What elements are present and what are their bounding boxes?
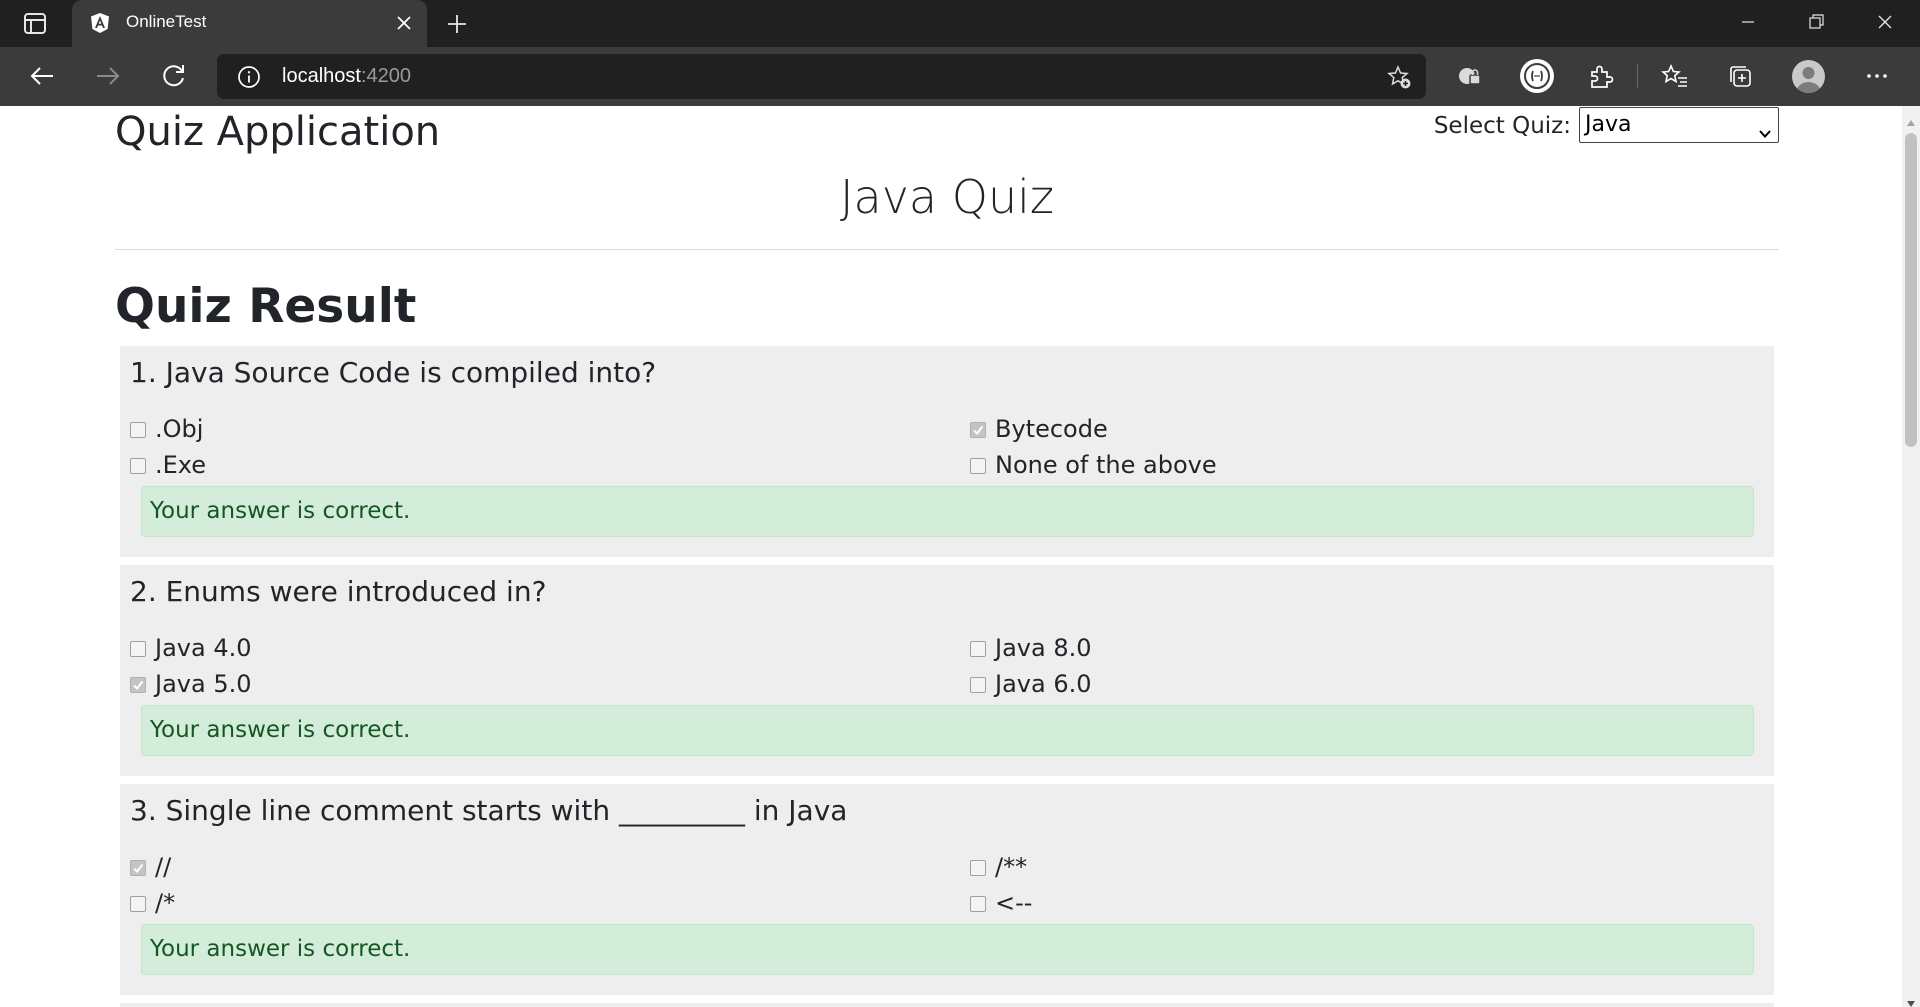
restore-icon[interactable] [1793,8,1839,38]
answer-feedback-alert: Your answer is correct. [141,705,1754,756]
answer-label: None of the above [995,451,1217,479]
browser-tab-bar: OnlineTest [0,0,1920,47]
new-tab-icon[interactable] [445,12,469,36]
forward-arrow-icon[interactable] [93,61,123,91]
reload-icon[interactable] [159,61,189,91]
browser-toolbar: localhost:4200 [0,47,1920,106]
favorites-icon[interactable] [1660,61,1690,91]
divider [115,249,1779,250]
answer-checkbox[interactable] [970,860,986,876]
scroll-down-icon[interactable] [1906,993,1916,1007]
answer-label: Bytecode [995,415,1108,443]
collections-icon[interactable] [1725,61,1755,91]
result-heading: Quiz Result [115,279,417,334]
quiz-select[interactable]: Java [1579,107,1779,143]
question-text: 1. Java Source Code is compiled into? [130,356,657,389]
answer-checkbox[interactable] [970,677,986,693]
question-card: 3. Single line comment starts with _____… [120,784,1774,995]
question-text: 2. Enums were introduced in? [130,575,547,608]
chevron-down-icon [1758,118,1772,138]
url-host: localhost [282,65,361,87]
feedback-text: Your answer is correct. [150,936,411,962]
answer-checkbox[interactable] [130,677,146,693]
scrollbar-thumb[interactable] [1905,133,1917,447]
url-port: :4200 [360,65,411,87]
checkmark-icon [133,863,144,874]
question-card [120,1003,1774,1007]
answer-label: .Exe [155,451,207,479]
question-text: 3. Single line comment starts with _____… [130,794,848,827]
answer-checkbox[interactable] [130,641,146,657]
answer-label: /** [995,853,1028,881]
quiz-title: Java Quiz [839,170,1055,224]
scroll-up-icon[interactable] [1906,112,1916,126]
devtools-extension-icon[interactable] [1519,58,1555,94]
question-card: 1. Java Source Code is compiled into? .O… [120,346,1774,557]
back-arrow-icon[interactable] [27,61,57,91]
answer-feedback-alert: Your answer is correct. [141,486,1754,537]
checkmark-icon [973,425,984,436]
answer-label: Java 4.0 [155,634,252,662]
answer-checkbox[interactable] [130,422,146,438]
answer-label: .Obj [155,415,204,443]
minimize-icon[interactable] [1725,8,1771,38]
answer-feedback-alert: Your answer is correct. [141,924,1754,975]
answer-label: /* [155,889,176,917]
answer-label: Java 8.0 [995,634,1092,662]
answer-checkbox[interactable] [970,458,986,474]
answer-checkbox[interactable] [970,422,986,438]
tracking-prevention-icon[interactable] [1455,61,1485,91]
answer-label: // [155,853,172,881]
extensions-puzzle-icon[interactable] [1586,61,1616,91]
checkmark-icon [133,680,144,691]
answer-checkbox[interactable] [130,458,146,474]
site-info-icon[interactable] [237,65,261,89]
more-options-icon[interactable] [1862,61,1892,91]
close-tab-icon[interactable] [395,14,413,32]
page-viewport: Quiz Application Select Quiz: Java Java … [0,106,1920,1007]
question-card: 2. Enums were introduced in? Java 4.0 Ja… [120,565,1774,776]
browser-tab[interactable]: OnlineTest [72,0,427,47]
address-bar[interactable]: localhost:4200 [217,54,1426,99]
tab-actions-icon[interactable] [14,11,56,37]
profile-avatar[interactable] [1792,60,1825,93]
answer-checkbox[interactable] [970,641,986,657]
app-title: Quiz Application [115,109,441,155]
vertical-scrollbar[interactable] [1902,106,1920,1007]
feedback-text: Your answer is correct. [150,498,411,524]
toolbar-separator [1637,64,1638,88]
feedback-text: Your answer is correct. [150,717,411,743]
answer-checkbox[interactable] [970,896,986,912]
answer-label: Java 5.0 [155,670,252,698]
answer-checkbox[interactable] [130,860,146,876]
tab-title: OnlineTest [126,12,207,31]
answer-checkbox[interactable] [130,896,146,912]
url-text: localhost:4200 [282,65,411,88]
angular-logo-icon [89,12,111,34]
quiz-select-value: Java [1585,112,1632,137]
answer-label: <-- [995,889,1033,917]
close-window-icon[interactable] [1862,8,1908,38]
add-favorite-icon[interactable] [1386,64,1412,90]
answer-label: Java 6.0 [995,670,1092,698]
select-quiz-label: Select Quiz: [1433,113,1571,139]
